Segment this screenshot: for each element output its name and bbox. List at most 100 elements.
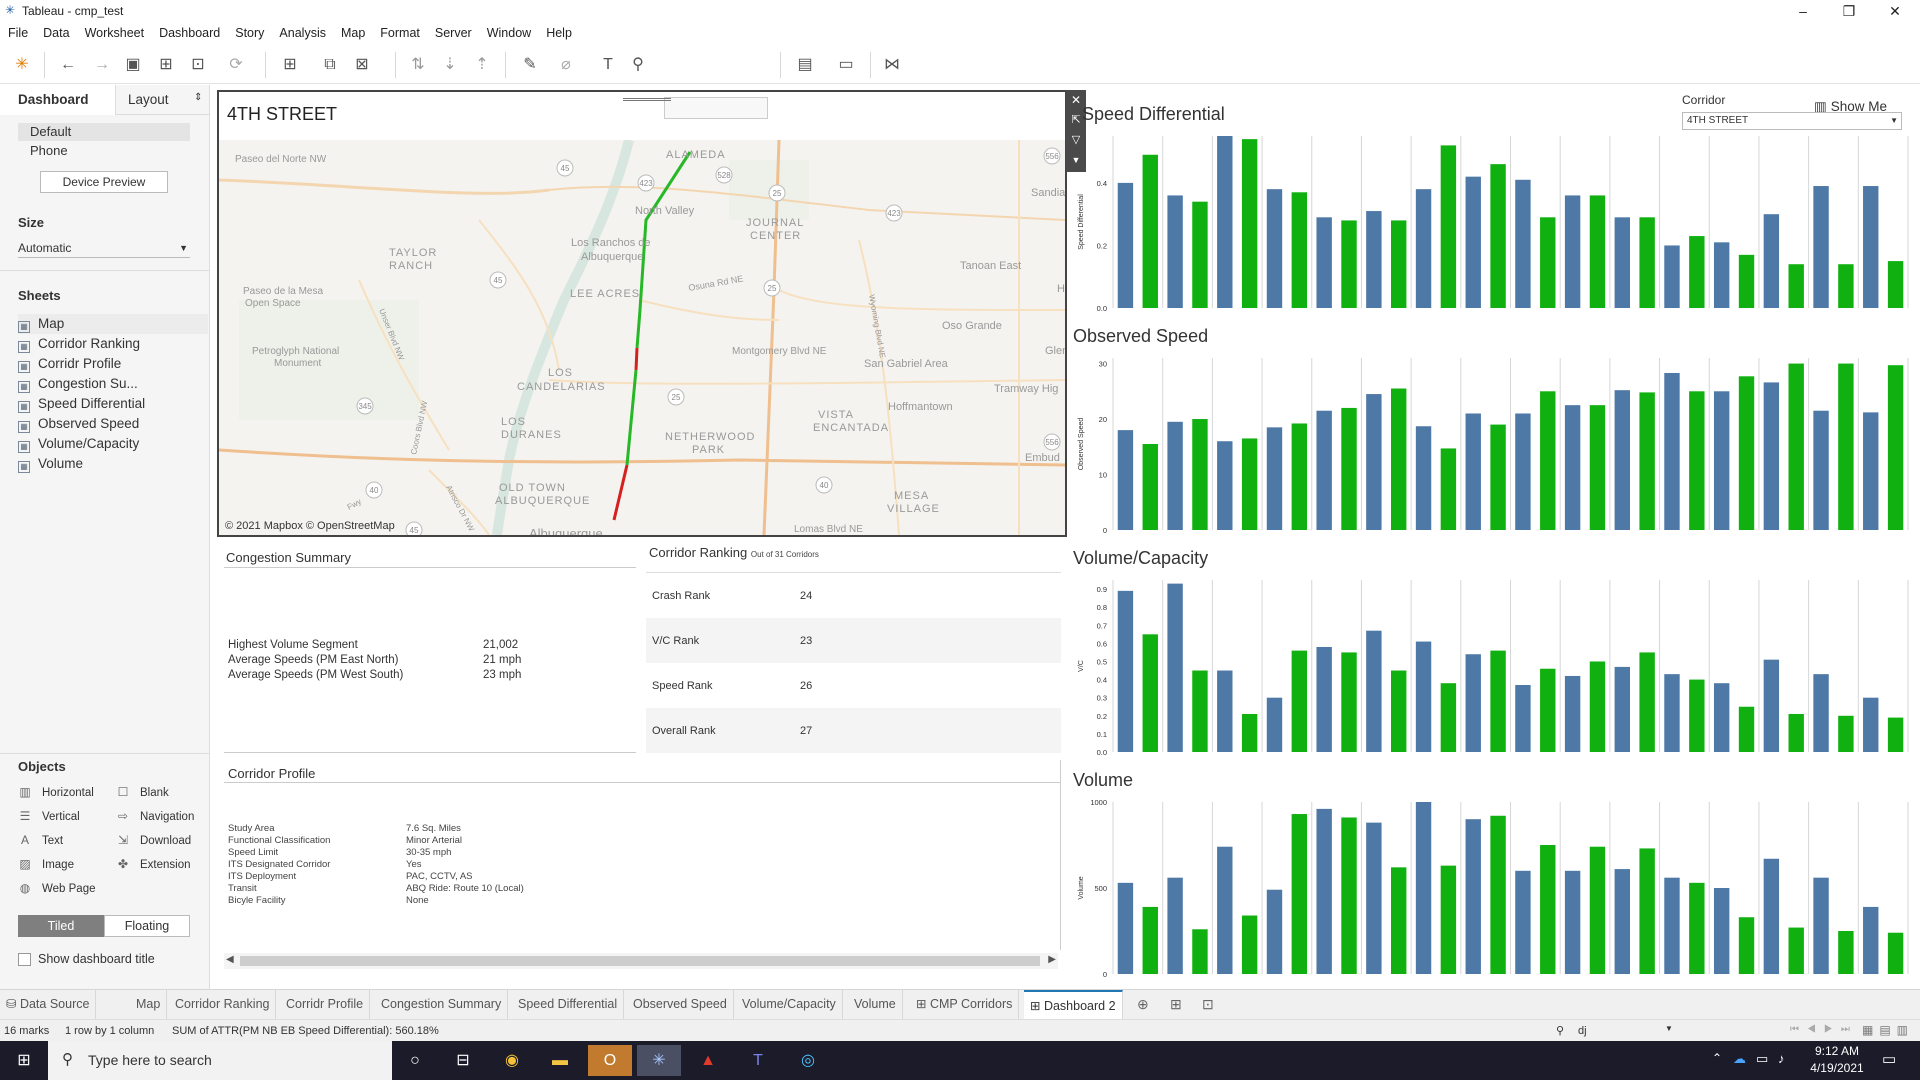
menu-window[interactable]: Window	[487, 26, 531, 40]
minimize-button[interactable]: –	[1780, 0, 1826, 22]
menu-dashboard[interactable]: Dashboard	[159, 26, 220, 40]
drag-handle[interactable]	[623, 92, 671, 101]
outlook-icon[interactable]: O	[588, 1045, 632, 1076]
show-cards-icon[interactable]: ▤	[795, 55, 815, 75]
tableau-home-icon[interactable]: ✳	[12, 55, 32, 75]
tab-speed-differential[interactable]: Speed Differential	[512, 990, 625, 1019]
new-story-tab-icon[interactable]: ⊡	[1202, 996, 1214, 1013]
undo-icon[interactable]: ←	[58, 55, 78, 75]
device-preview-button[interactable]: Device Preview	[40, 171, 168, 193]
file-explorer-icon[interactable]: ▬	[538, 1045, 582, 1076]
notifications-icon[interactable]: ▭	[1882, 1050, 1896, 1068]
object-navigation[interactable]: ⇨ Navigation	[116, 807, 194, 825]
tableau-taskbar-icon[interactable]: ✳	[637, 1045, 681, 1076]
new-worksheet-icon[interactable]: ⊞	[280, 55, 300, 75]
menu-analysis[interactable]: Analysis	[279, 26, 326, 40]
new-dashboard-tab-icon[interactable]: ⊞	[1170, 996, 1182, 1013]
sheet-view-icons[interactable]: ▦▤▥	[1862, 1023, 1914, 1037]
duplicate-icon[interactable]: ⧉	[320, 55, 340, 75]
object-download[interactable]: ⇲ Download	[116, 831, 191, 849]
menu-format[interactable]: Format	[380, 26, 420, 40]
tab-volume-capacity[interactable]: Volume/Capacity	[736, 990, 843, 1019]
sheet-item-corridr-profile[interactable]: ▦ Corridr Profile	[18, 354, 208, 374]
object-web-page[interactable]: ◍ Web Page	[18, 879, 96, 897]
volume-chart[interactable]: Volume 0 500 1000	[1073, 796, 1910, 982]
menu-data[interactable]: Data	[43, 26, 69, 40]
scroll-left-icon[interactable]: ◀	[226, 954, 234, 965]
object-image[interactable]: ▨ Image	[18, 855, 74, 873]
acrobat-icon[interactable]: ▲	[686, 1045, 730, 1076]
map-canvas[interactable]: 45 423 528 25 556 423 45 25 345 25 556 4…	[219, 140, 1065, 535]
sheet-item-volume[interactable]: ▦ Volume	[18, 454, 208, 474]
sheet-item-speed-differential[interactable]: ▦ Speed Differential	[18, 394, 208, 414]
scrollbar-thumb[interactable]	[240, 956, 1040, 966]
sort-desc-icon[interactable]: ⇡	[472, 55, 492, 75]
teams-icon[interactable]: T	[736, 1045, 780, 1076]
redo-icon[interactable]: →	[92, 55, 112, 75]
sheet-item-observed-speed[interactable]: ▦ Observed Speed	[18, 414, 208, 434]
tab-congestion-summary[interactable]: Congestion Summary	[375, 990, 509, 1019]
speed-differential-chart[interactable]: Speed Differential 0.0 0.2 0.4	[1073, 130, 1910, 316]
pin-icon[interactable]: ⚲	[628, 55, 648, 75]
taskbar-search[interactable]: ⚲ Type here to search	[48, 1041, 392, 1080]
windows-start-icon[interactable]: ⊞	[0, 1045, 48, 1076]
menu-story[interactable]: Story	[235, 26, 264, 40]
clock-date[interactable]: 4/19/2021	[1802, 1061, 1872, 1075]
show-hidden-icons[interactable]: ⌃	[1712, 1051, 1722, 1065]
object-vertical[interactable]: ☰ Vertical	[18, 807, 80, 825]
save-icon[interactable]: ▣	[123, 55, 143, 75]
tab-cmp-corridors[interactable]: ⊞ CMP Corridors	[910, 990, 1020, 1019]
swap-icon[interactable]: ⇅	[408, 55, 428, 75]
object-extension[interactable]: ✤ Extension	[116, 855, 191, 873]
volume-icon[interactable]: ♪	[1778, 1051, 1785, 1066]
sheet-item-corridor-ranking[interactable]: ▦ Corridor Ranking	[18, 334, 208, 354]
group-icon[interactable]: ⌀	[556, 55, 576, 75]
volume-capacity-chart[interactable]: V/C 0.0 0.1 0.2 0.3 0.4 0.5 0.6 0.7 0.8 0.9	[1073, 574, 1910, 760]
size-dropdown[interactable]: Automatic ▼	[18, 238, 190, 258]
corridor-filter-dropdown[interactable]: 4TH STREET ▼	[1682, 112, 1902, 130]
tab-dashboard[interactable]: Dashboard	[0, 85, 115, 115]
device-default[interactable]: Default	[18, 123, 190, 141]
tab-observed-speed[interactable]: Observed Speed	[627, 990, 734, 1019]
sheet-item-volume-capacity[interactable]: ▦ Volume/Capacity	[18, 434, 208, 454]
sheet-item-congestion-summary[interactable]: ▦ Congestion Su...	[18, 374, 208, 394]
observed-speed-chart[interactable]: Observed Speed 0 10 20 30	[1073, 352, 1910, 538]
new-datasource-icon[interactable]: ⊞	[156, 55, 176, 75]
chevron-down-icon[interactable]: ▼	[1665, 1024, 1673, 1033]
label-icon[interactable]: T	[598, 55, 618, 75]
device-phone[interactable]: Phone	[30, 142, 68, 160]
tab-map[interactable]: Map	[130, 990, 168, 1019]
cloud-icon[interactable]: ☁	[1733, 1051, 1746, 1067]
object-text[interactable]: A Text	[18, 831, 63, 849]
menu-file[interactable]: File	[8, 26, 28, 40]
menu-help[interactable]: Help	[546, 26, 572, 40]
tab-volume[interactable]: Volume	[848, 990, 903, 1019]
object-horizontal[interactable]: ▥ Horizontal	[18, 783, 93, 801]
share-icon[interactable]: ⋈	[882, 55, 902, 75]
pause-updates-icon[interactable]: ⊡	[188, 55, 208, 75]
magnifier-icon[interactable]: ◎	[786, 1045, 830, 1076]
tab-corridor-ranking[interactable]: Corridor Ranking	[169, 990, 277, 1019]
refresh-icon[interactable]: ⟳	[226, 55, 246, 75]
floating-toggle[interactable]: Floating	[104, 915, 190, 937]
cortana-icon[interactable]: ○	[393, 1045, 437, 1076]
map-container[interactable]: 4TH STREET 45 423 528 25 556 423 45 25 3…	[217, 90, 1067, 537]
scroll-right-icon[interactable]: ▶	[1048, 954, 1056, 965]
task-view-icon[interactable]: ⊟	[441, 1045, 485, 1076]
sheet-nav-icons[interactable]: ⏮◀▶⏭	[1790, 1024, 1858, 1035]
sort-asc-icon[interactable]: ⇣	[440, 55, 460, 75]
status-user[interactable]: dj	[1578, 1025, 1587, 1037]
new-worksheet-tab-icon[interactable]: ⊕	[1137, 996, 1149, 1013]
presentation-icon[interactable]: ▭	[836, 55, 856, 75]
menu-worksheet[interactable]: Worksheet	[85, 26, 145, 40]
tab-corridr-profile[interactable]: Corridr Profile	[280, 990, 371, 1019]
highlight-icon[interactable]: ✎	[520, 55, 540, 75]
object-blank[interactable]: ☐ Blank	[116, 783, 169, 801]
sheet-item-map[interactable]: ▦ Map	[18, 314, 208, 334]
profile-scrollbar[interactable]: ◀ ▶	[224, 953, 1058, 969]
close-button[interactable]: ✕	[1872, 0, 1918, 22]
network-icon[interactable]: ▭	[1756, 1051, 1768, 1067]
menu-server[interactable]: Server	[435, 26, 472, 40]
show-title-checkbox[interactable]	[18, 953, 31, 966]
clear-sheet-icon[interactable]: ⊠	[352, 55, 372, 75]
